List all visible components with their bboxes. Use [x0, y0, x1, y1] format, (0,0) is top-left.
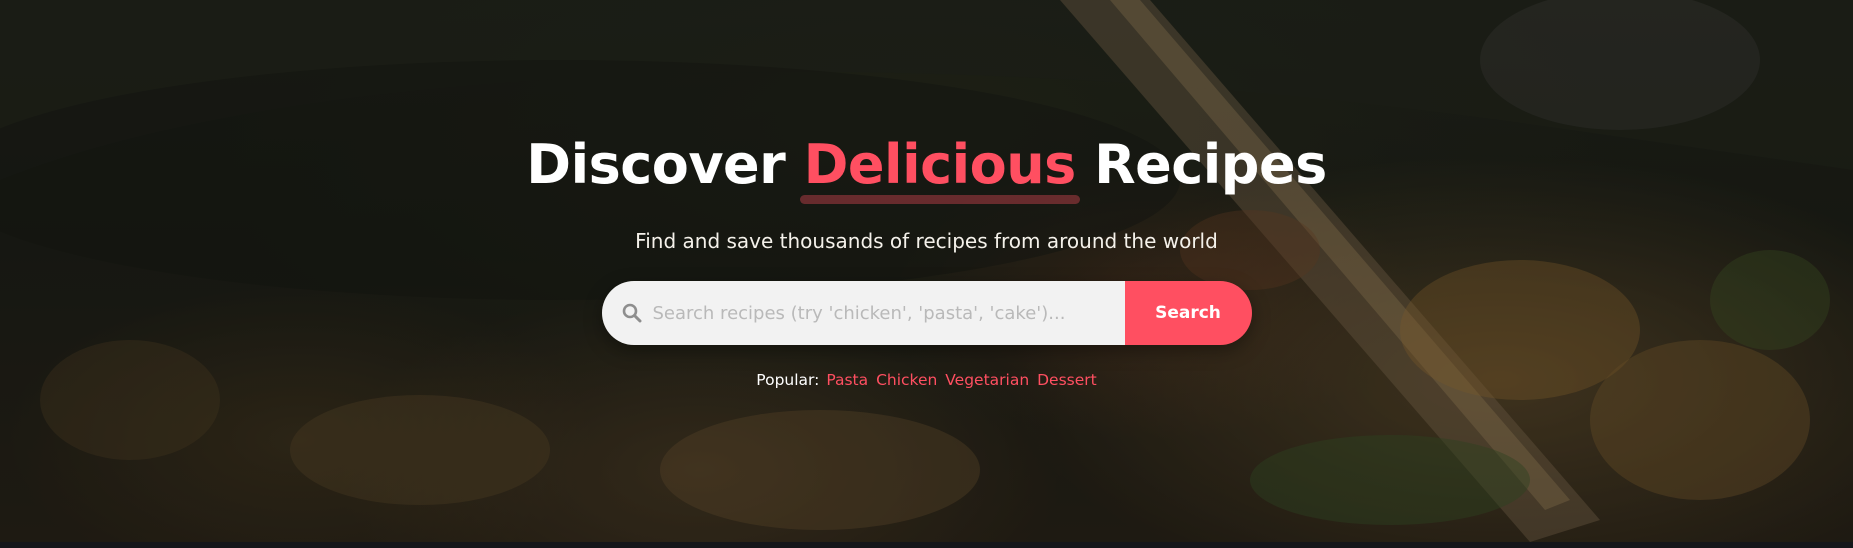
hero-section: Discover Delicious Recipes Find and save…: [0, 0, 1853, 542]
popular-tag-chicken[interactable]: Chicken: [876, 371, 937, 389]
hero-title-part1: Discover: [526, 133, 804, 196]
search-form: Search: [601, 281, 1252, 345]
search-input[interactable]: [652, 281, 1125, 345]
hero-content: Discover Delicious Recipes Find and save…: [0, 0, 1853, 389]
search-icon: [622, 303, 642, 323]
search-box: [601, 281, 1125, 345]
popular-tags: Popular: Pasta Chicken Vegetarian Desser…: [756, 371, 1096, 389]
search-button[interactable]: Search: [1124, 281, 1252, 345]
popular-label: Popular:: [756, 371, 820, 389]
popular-tag-pasta[interactable]: Pasta: [826, 371, 868, 389]
popular-tag-vegetarian[interactable]: Vegetarian: [945, 371, 1029, 389]
hero-subtitle: Find and save thousands of recipes from …: [635, 229, 1218, 253]
hero-title: Discover Delicious Recipes: [526, 133, 1327, 197]
popular-tag-dessert[interactable]: Dessert: [1037, 371, 1097, 389]
hero-title-accent: Delicious: [803, 133, 1077, 196]
page-divider: [0, 542, 1853, 548]
hero-title-part2: Recipes: [1075, 133, 1327, 196]
